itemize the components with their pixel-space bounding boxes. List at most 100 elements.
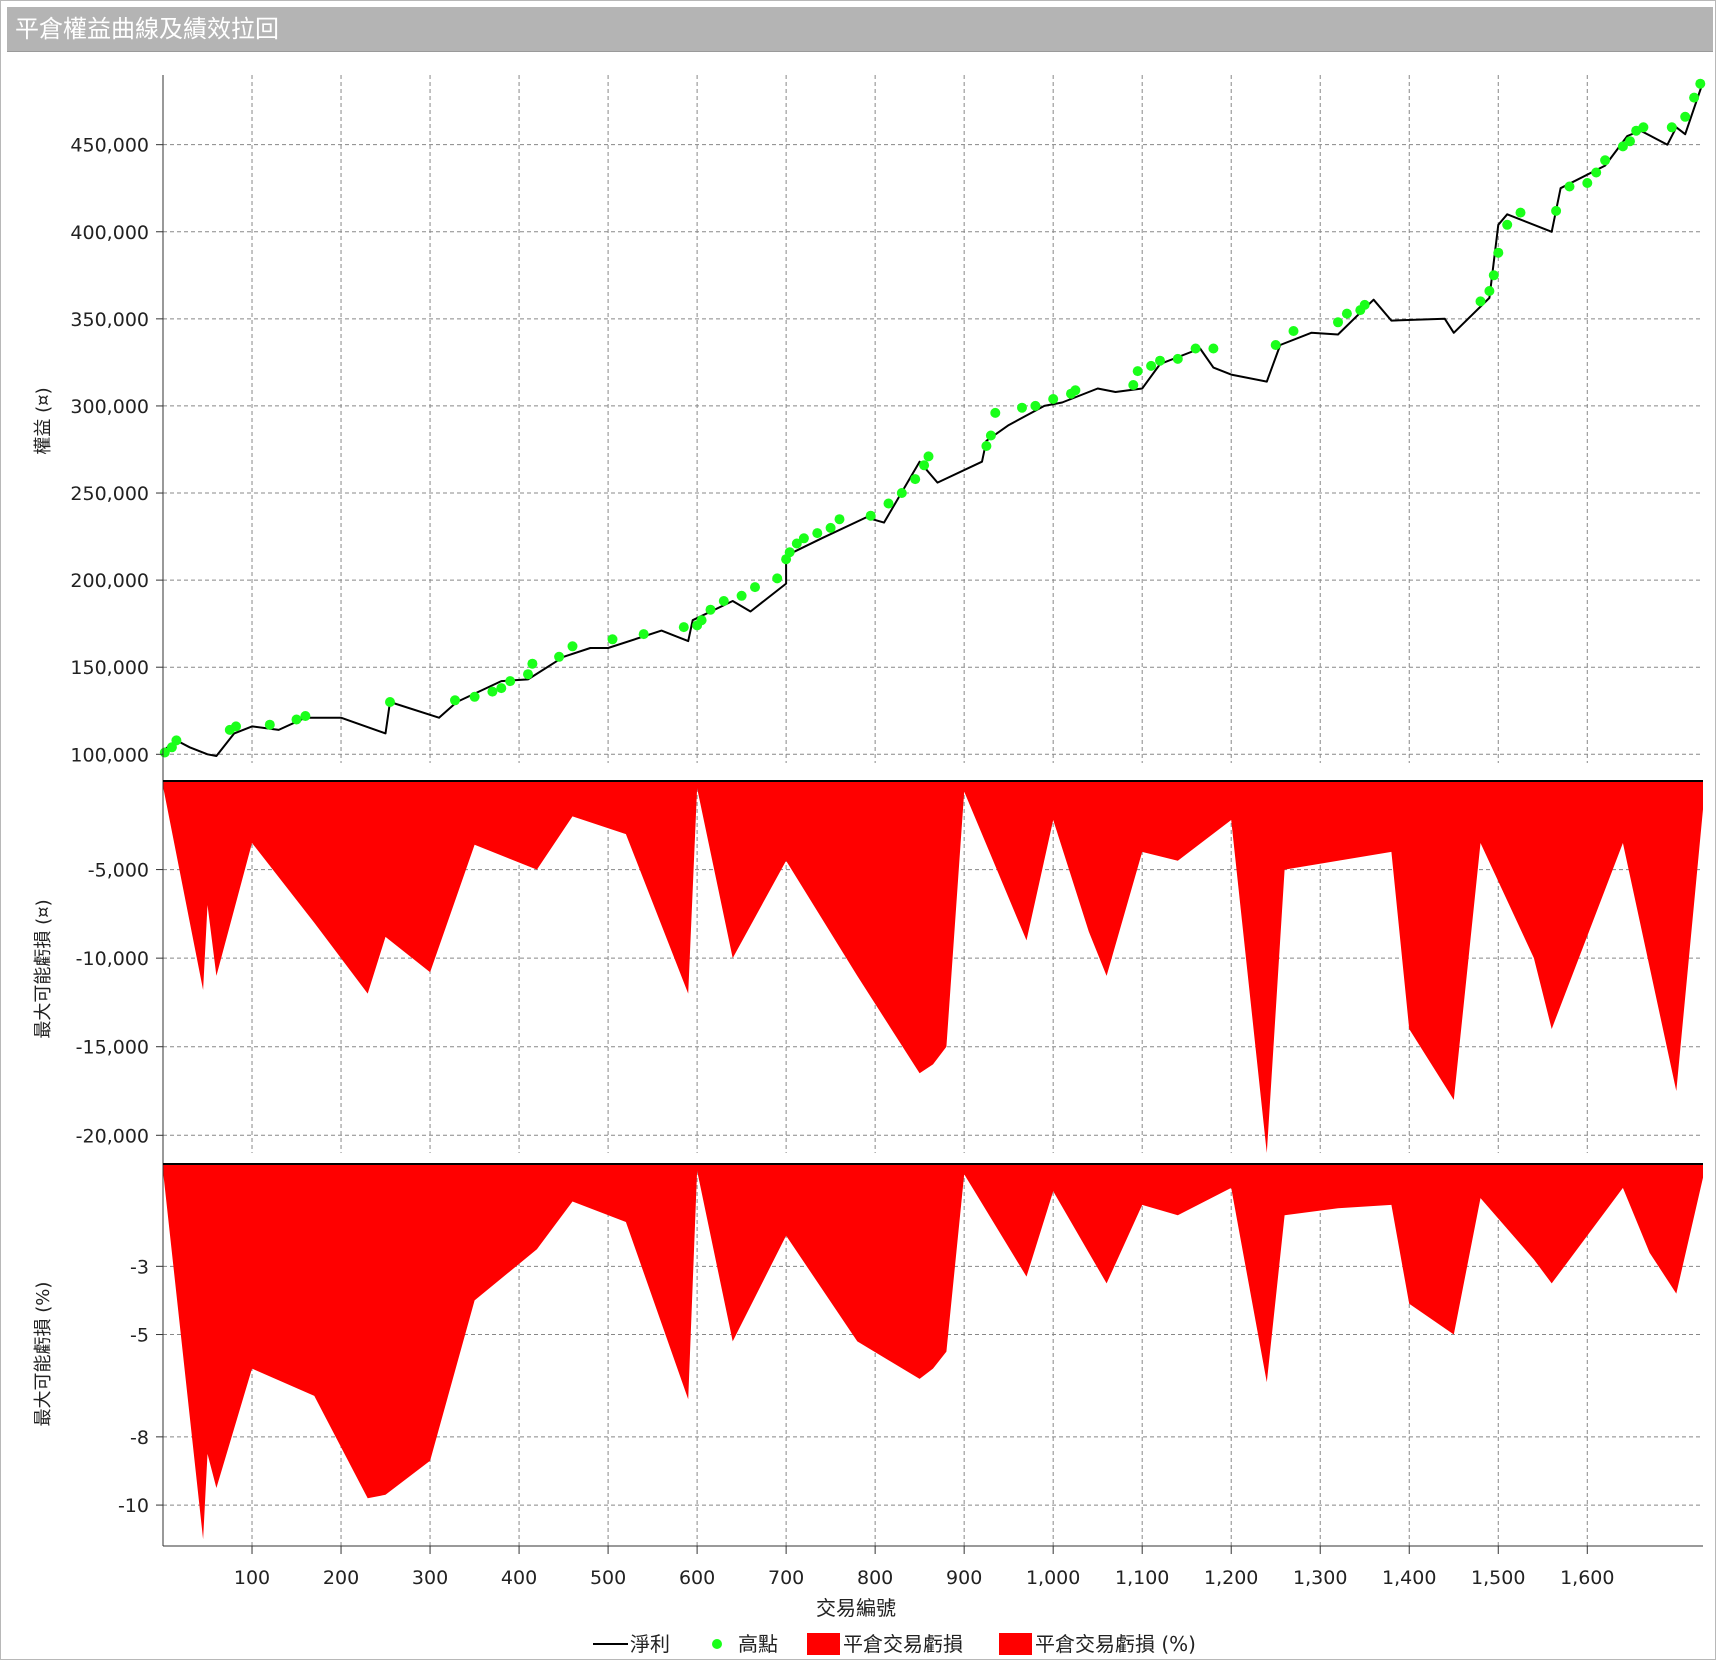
high-point	[1493, 247, 1504, 258]
high-point	[1359, 299, 1370, 310]
y-tick-label: 450,000	[70, 135, 149, 157]
high-point	[487, 686, 498, 697]
high-point	[567, 641, 578, 652]
y-tick-label: -3	[130, 1256, 149, 1278]
high-point	[1288, 326, 1299, 336]
high-point	[1048, 394, 1059, 404]
loss-pct-area	[163, 1164, 1703, 1540]
x-tick-label: 600	[679, 1567, 715, 1589]
panel1-ylabel: 權益 (¤)	[33, 387, 54, 454]
high-point	[736, 590, 747, 601]
high-point	[705, 604, 716, 615]
high-point	[1600, 155, 1611, 166]
x-tick-label: 1,600	[1560, 1567, 1614, 1589]
x-tick-label: 1,100	[1115, 1567, 1169, 1589]
high-point	[750, 582, 760, 593]
x-tick-label: 900	[946, 1567, 982, 1589]
high-point	[1689, 92, 1700, 103]
high-point	[1591, 167, 1602, 178]
high-point	[554, 651, 565, 662]
x-tick-label: 300	[412, 1567, 448, 1589]
high-point	[981, 441, 992, 451]
high-point	[696, 615, 707, 626]
x-tick-label: 1,500	[1471, 1567, 1525, 1589]
high-point	[523, 669, 533, 680]
area-layer	[163, 781, 1703, 1540]
high-point	[638, 629, 649, 640]
high-point	[1128, 380, 1139, 390]
high-point	[1155, 355, 1165, 366]
high-point	[505, 676, 516, 687]
legend-dot-swatch	[712, 1639, 722, 1649]
high-point	[1333, 317, 1343, 328]
high-point	[923, 451, 934, 462]
high-point	[300, 711, 311, 721]
drawdown-chart: 100 200 300 400 500 600 700 800 900 1,000 1,100 1,2…	[33, 75, 1706, 1656]
line-layer	[159, 78, 1706, 758]
x-tick-label: 500	[590, 1567, 626, 1589]
high-point	[678, 622, 689, 633]
high-point	[1475, 296, 1486, 307]
x-tick-label: 1,300	[1293, 1567, 1347, 1589]
x-tick-label: 200	[323, 1567, 359, 1589]
high-point	[264, 719, 275, 730]
high-point	[910, 474, 921, 485]
high-point	[1208, 343, 1219, 354]
high-point	[919, 460, 930, 471]
legend: 淨利 高點 平倉交易虧損 平倉交易虧損 (%)	[593, 1632, 1196, 1656]
y-tick-label: -20,000	[76, 1125, 149, 1147]
high-point	[1172, 353, 1183, 364]
high-point	[527, 658, 538, 669]
legend-label-net: 淨利	[630, 1632, 670, 1656]
high-point	[883, 498, 894, 509]
high-point	[1488, 270, 1499, 281]
high-point	[784, 547, 795, 558]
legend-label-loss: 平倉交易虧損	[843, 1632, 963, 1656]
y-tick-label: 200,000	[70, 570, 149, 592]
high-point	[1564, 181, 1575, 192]
high-point	[990, 407, 1001, 418]
high-point	[1582, 178, 1593, 188]
high-point	[231, 721, 241, 732]
x-tick-label: 100	[234, 1567, 270, 1589]
x-tick-label: 700	[768, 1567, 804, 1589]
y-tick-label: -5	[130, 1325, 149, 1347]
high-point	[1680, 111, 1691, 122]
high-point	[607, 634, 618, 645]
high-point	[1341, 308, 1352, 319]
y-tick-label: 400,000	[70, 222, 149, 244]
net-profit-line	[162, 81, 1704, 757]
y-tick-label: -10	[118, 1495, 149, 1517]
x-tick-label: 400	[501, 1567, 537, 1589]
y-tick-label: -8	[130, 1427, 149, 1449]
high-point	[1132, 366, 1143, 377]
high-point	[772, 573, 783, 584]
high-point	[1625, 136, 1635, 147]
y-tick-label: 350,000	[70, 309, 149, 331]
high-point	[834, 514, 845, 525]
y-tick-label: 100,000	[70, 744, 149, 766]
high-point	[896, 488, 907, 498]
high-point	[1270, 340, 1281, 350]
y-tick-label: 250,000	[70, 483, 149, 505]
legend-area-swatch-1	[807, 1633, 840, 1655]
high-point	[798, 533, 809, 544]
x-tick-label: 800	[857, 1567, 893, 1589]
legend-label-high: 高點	[738, 1632, 778, 1656]
y-tick-label: 150,000	[70, 657, 149, 679]
high-point	[1484, 286, 1495, 296]
high-point	[171, 735, 182, 746]
high-point	[1146, 360, 1157, 371]
y-tick-label: -15,000	[76, 1037, 149, 1059]
x-tick-label: 1,200	[1204, 1567, 1258, 1589]
high-point	[1666, 122, 1677, 133]
high-point	[865, 510, 876, 521]
high-point	[1017, 402, 1027, 413]
y-tick-label: 300,000	[70, 396, 149, 418]
high-point	[469, 691, 480, 702]
high-point	[1695, 78, 1706, 89]
high-point	[1502, 219, 1513, 230]
y-tick-label: -5,000	[88, 860, 149, 882]
high-point	[1551, 205, 1562, 216]
legend-area-swatch-2	[999, 1633, 1032, 1655]
